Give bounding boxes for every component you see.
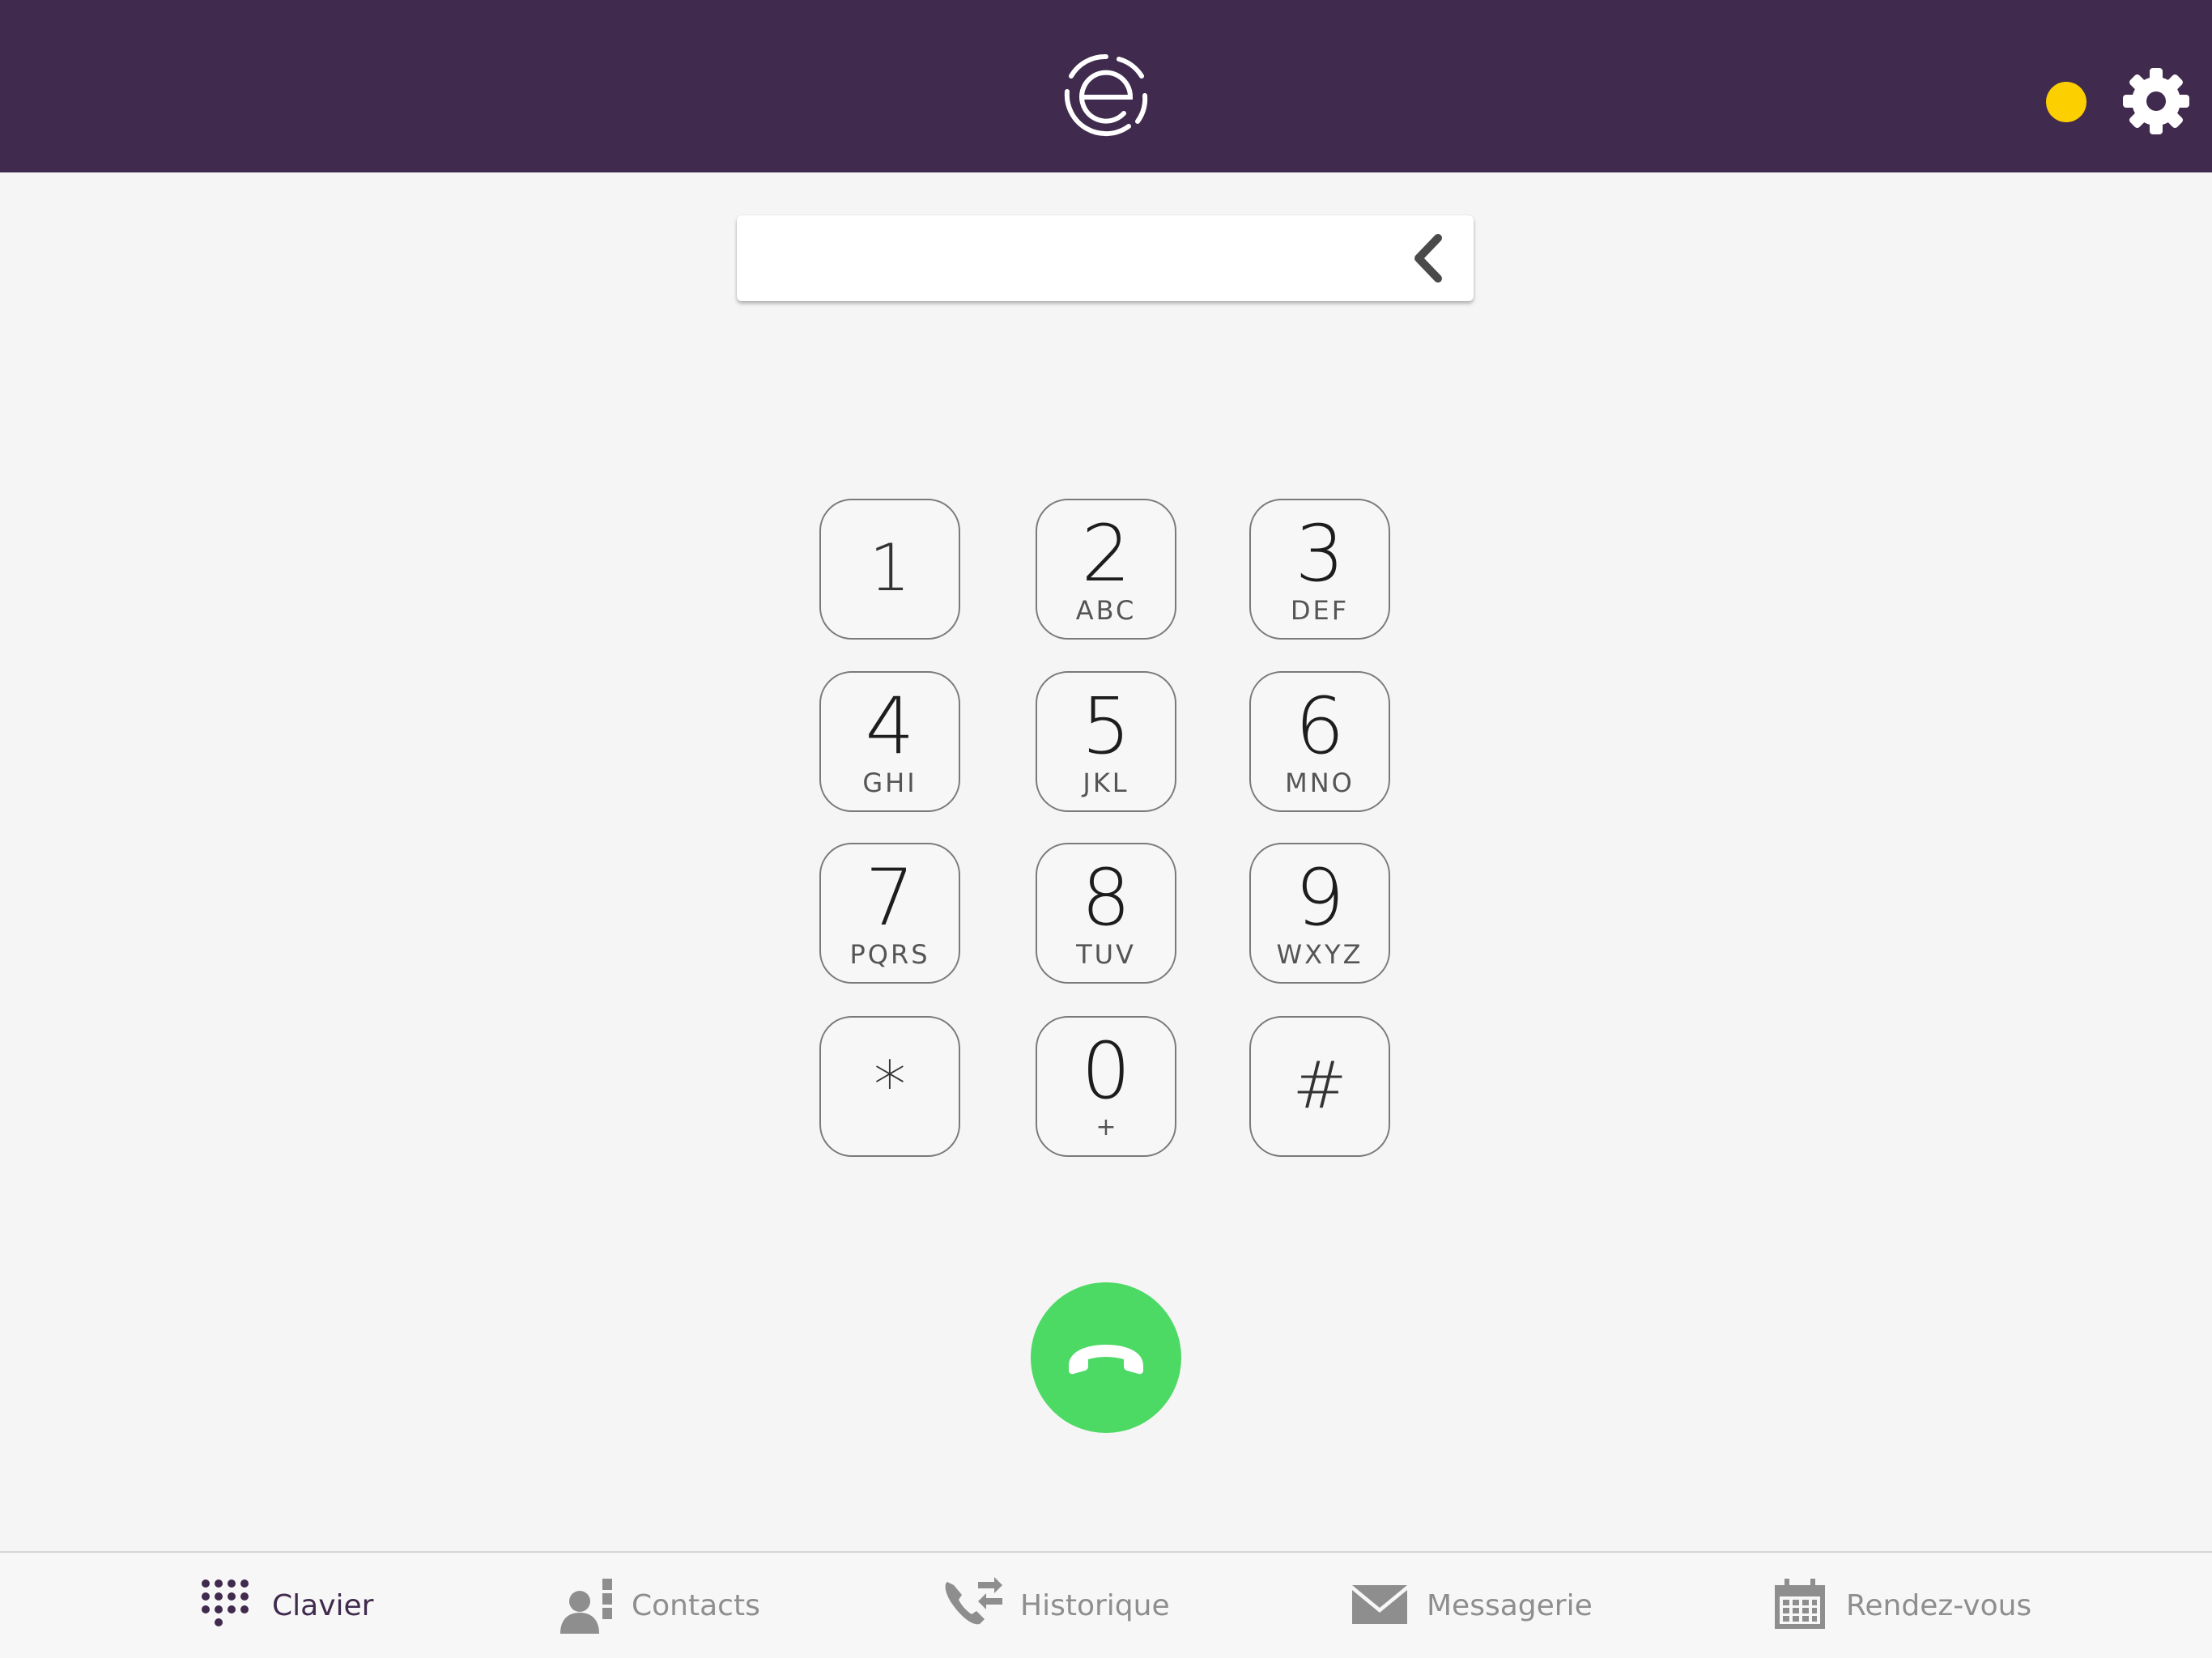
tab-label: Contacts [632,1589,760,1622]
key-5[interactable]: 5 JKL [1036,671,1176,812]
key-digit: # [1292,1048,1347,1123]
key-3[interactable]: 3 DEF [1249,499,1390,640]
key-letters: DEF [1290,595,1350,626]
phone-number-input[interactable] [756,215,1391,303]
key-9[interactable]: 9 WXYZ [1249,843,1390,984]
tab-label: Historique [1020,1589,1170,1622]
key-letters: TUV [1076,939,1136,970]
key-4[interactable]: 4 GHI [819,671,960,812]
key-digit: 4 [865,681,915,772]
tab-clavier[interactable]: Clavier [194,1553,389,1658]
key-digit: 0 [1081,1026,1131,1116]
keypad-dots-icon [202,1579,249,1626]
key-digit: 3 [1295,508,1345,599]
key-letters: GHI [862,767,917,798]
key-digit: 9 [1295,852,1345,943]
key-2[interactable]: 2 ABC [1036,499,1176,640]
key-digit: 2 [1081,508,1131,599]
key-6[interactable]: 6 MNO [1249,671,1390,812]
key-letters: ABC [1075,595,1137,626]
header-bar [0,0,2212,172]
key-digit: 6 [1295,681,1345,772]
phone-dialer-app: 1 2 ABC 3 DEF 4 GHI 5 JKL 6 MNO 7 PQRS 8… [0,0,2212,1658]
key-digit: 7 [865,852,915,943]
tab-contacts[interactable]: Contacts [559,1553,769,1658]
key-star[interactable]: * [819,1016,960,1157]
chevron-left-icon[interactable] [1401,228,1461,288]
tab-historique[interactable]: Historique [942,1553,1170,1658]
key-0[interactable]: 0 + [1036,1016,1176,1157]
key-letters: JKL [1083,767,1129,798]
tab-label: Clavier [272,1589,374,1622]
key-digit: * [874,1048,906,1123]
envelope-icon [1352,1585,1407,1624]
tab-label: Rendez-vous [1846,1589,2032,1622]
key-letters: MNO [1285,767,1355,798]
key-7[interactable]: 7 PQRS [819,843,960,984]
number-display [737,215,1474,303]
key-1[interactable]: 1 [819,499,960,640]
status-dot-icon[interactable] [2046,82,2087,122]
bottom-tab-bar: Clavier Contacts Historique Messagerie R… [0,1551,2212,1658]
tab-rendez-vous[interactable]: Rendez-vous [1773,1553,2031,1658]
call-button[interactable] [1031,1282,1181,1433]
call-history-icon [945,1577,1002,1625]
key-digit: 8 [1081,852,1131,943]
gear-icon[interactable] [2121,66,2191,136]
key-letters: + [1095,1113,1117,1141]
e-logo-icon [1064,53,1148,137]
key-digit: 1 [869,530,911,606]
tab-messagerie[interactable]: Messagerie [1352,1553,1593,1658]
calendar-icon [1775,1579,1825,1629]
key-letters: WXYZ [1276,939,1363,970]
tab-label: Messagerie [1427,1589,1593,1622]
key-8[interactable]: 8 TUV [1036,843,1176,984]
key-digit: 5 [1081,681,1131,772]
phone-handset-icon [1069,1345,1143,1375]
key-hash[interactable]: # [1249,1016,1390,1157]
contacts-icon [560,1579,612,1634]
key-letters: PQRS [849,939,930,970]
